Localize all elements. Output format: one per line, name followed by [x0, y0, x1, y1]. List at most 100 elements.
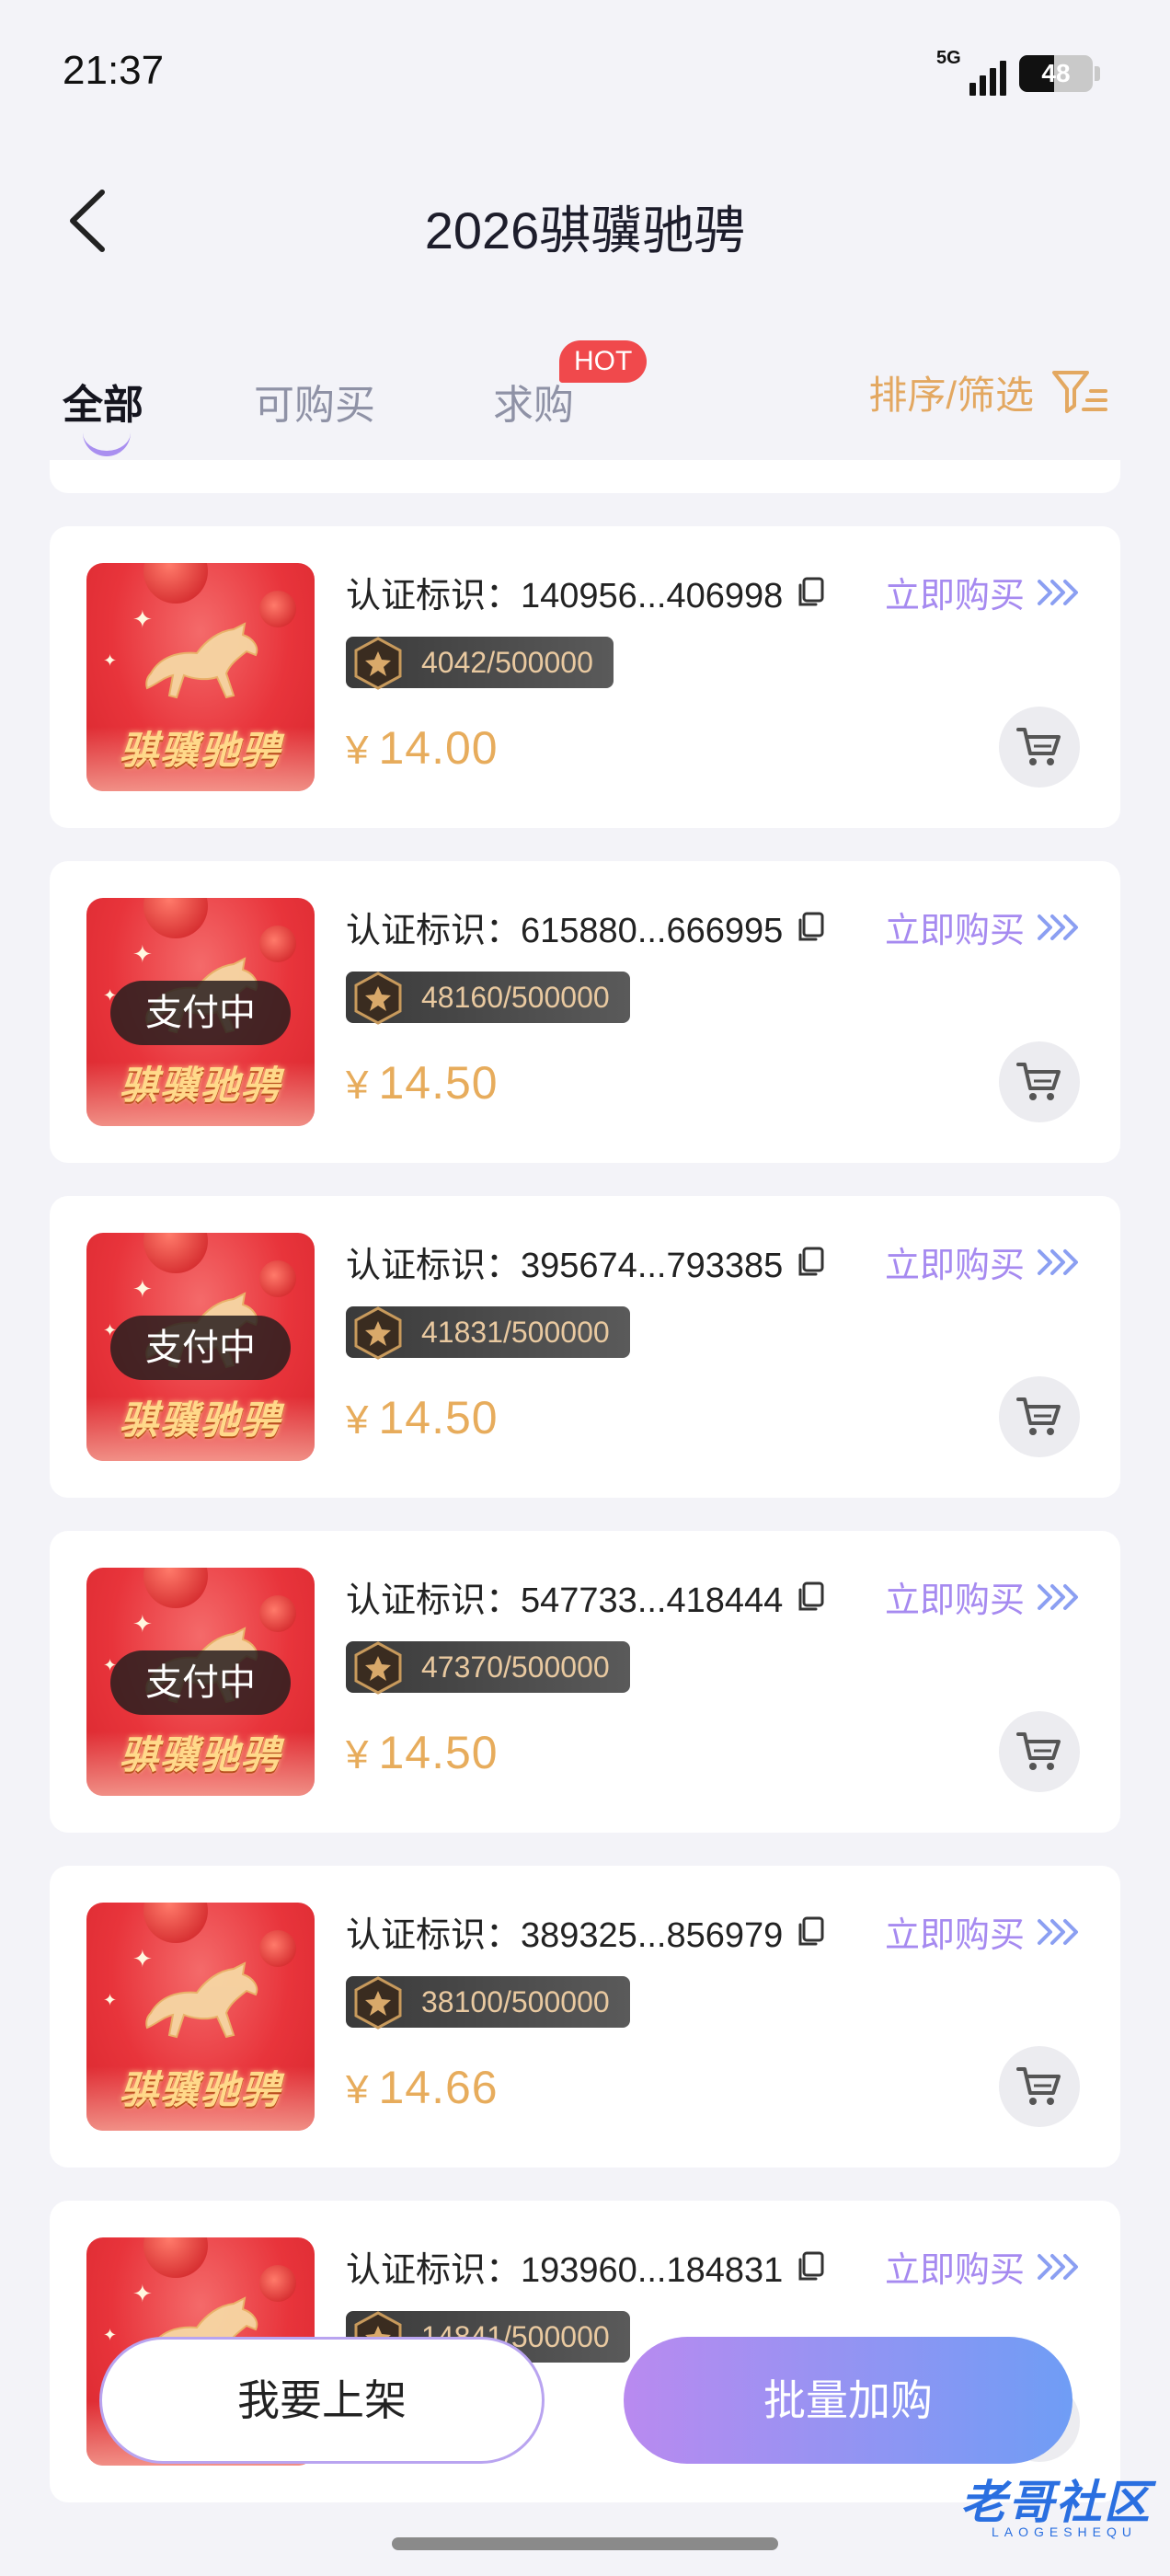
copy-icon[interactable] [796, 1581, 825, 1613]
add-to-cart-button[interactable] [999, 1711, 1080, 1792]
lantern-decoration [143, 898, 208, 938]
edition-text: 38100/500000 [421, 1985, 610, 2018]
edition-number: 4042/500000 [346, 637, 614, 690]
batch-add-to-cart-button[interactable]: 批量加购 [624, 2337, 1072, 2464]
home-indicator[interactable] [392, 2537, 778, 2550]
buy-now-button[interactable]: 立即购买 [885, 1236, 1080, 1287]
listing-card[interactable]: ✦ ✦ 骐骥驰骋 支付中 认证标识：615880...666995 立即购买 4… [50, 861, 1120, 1163]
watermark-subtitle: LAOGESHEQU [991, 2524, 1137, 2539]
copy-icon[interactable] [796, 912, 825, 943]
currency-symbol: ¥ [346, 728, 370, 773]
thumbnail-calligraphy: 骐骥驰骋 [119, 1063, 281, 1108]
buy-now-button[interactable]: 立即购买 [885, 902, 1080, 952]
price: ¥14.50 [346, 1056, 499, 1110]
price-value: 14.00 [378, 722, 499, 774]
star-badge-icon [354, 637, 402, 690]
copy-icon[interactable] [796, 1916, 825, 1948]
triple-chevron-right-icon [1038, 1248, 1078, 1275]
edition-text: 41831/500000 [421, 1316, 610, 1349]
price-value: 14.66 [378, 2062, 499, 2113]
sort-filter-button[interactable]: 排序/筛选 [868, 364, 1109, 420]
collectible-thumbnail: ✦ ✦ 骐骥驰骋 支付中 [86, 898, 315, 1126]
cert-text: 认证标识：615880...666995 [346, 902, 783, 952]
buy-now-label: 立即购买 [884, 1916, 1025, 1955]
edition-text: 48160/500000 [421, 981, 610, 1014]
sparkle-decoration: ✦ [103, 651, 118, 670]
price: ¥14.50 [346, 1391, 499, 1444]
horse-icon [145, 622, 258, 699]
edition-number: 41831/500000 [346, 1306, 630, 1360]
price: ¥14.00 [346, 721, 499, 775]
copy-icon[interactable] [796, 577, 825, 608]
collectible-thumbnail: ✦ ✦ 骐骥驰骋 支付中 [86, 1568, 315, 1796]
currency-symbol: ¥ [346, 1397, 370, 1443]
payment-status-badge: 支付中 [110, 1650, 291, 1715]
buy-now-label: 立即购买 [884, 2251, 1025, 2290]
cert-text: 认证标识：140956...406998 [346, 567, 783, 617]
cert-label: 认证标识： [346, 912, 522, 950]
cert-text: 认证标识：193960...184831 [346, 2241, 783, 2292]
listing-card[interactable]: ✦ ✦ 骐骥驰骋 认证标识：140956...406998 立即购买 4042/… [50, 526, 1120, 828]
add-to-cart-button[interactable] [999, 1041, 1080, 1122]
triple-chevron-right-icon [1038, 914, 1078, 940]
copy-icon[interactable] [796, 2251, 825, 2283]
collectible-thumbnail: ✦ ✦ 骐骥驰骋 支付中 [86, 1233, 315, 1461]
thumbnail-calligraphy: 骐骥驰骋 [119, 1397, 281, 1443]
tab-all[interactable]: 全部 [63, 372, 143, 431]
buy-now-button[interactable]: 立即购买 [885, 2241, 1080, 2292]
listing-card[interactable]: ✦ ✦ 骐骥驰骋 支付中 认证标识：395674...793385 立即购买 4… [50, 1196, 1120, 1498]
lantern-decoration [143, 563, 208, 604]
status-time: 21:37 [63, 48, 165, 93]
triple-chevron-right-icon [1038, 2253, 1078, 2280]
cert-label: 认证标识： [346, 577, 522, 615]
cert-id-value: 193960...184831 [521, 2251, 784, 2290]
add-to-cart-button[interactable] [999, 2046, 1080, 2127]
buy-now-label: 立即购买 [884, 1581, 1025, 1620]
sort-filter-label: 排序/筛选 [868, 374, 1034, 417]
sparkle-decoration: ✦ [103, 1991, 118, 2009]
cert-label: 认证标识： [346, 2251, 522, 2290]
collectible-thumbnail: ✦ ✦ 骐骥驰骋 [86, 563, 315, 791]
cert-label: 认证标识： [346, 1247, 522, 1285]
buy-now-button[interactable]: 立即购买 [885, 1906, 1080, 1957]
cert-text: 认证标识：547733...418444 [346, 1571, 783, 1622]
payment-status-badge: 支付中 [110, 1316, 291, 1380]
certification-id: 认证标识：389325...856979 [346, 1906, 825, 1957]
buy-now-label: 立即购买 [884, 1247, 1025, 1285]
cert-id-value: 140956...406998 [521, 577, 784, 615]
cart-icon [1016, 1063, 1061, 1100]
active-tab-indicator [83, 432, 131, 456]
tab-available[interactable]: 可购买 [254, 372, 375, 431]
buy-now-button[interactable]: 立即购买 [885, 1571, 1080, 1622]
star-badge-icon [354, 972, 402, 1025]
collectible-thumbnail: ✦ ✦ 骐骥驰骋 [86, 1903, 315, 2131]
thumbnail-calligraphy: 骐骥驰骋 [119, 2067, 281, 2112]
cert-label: 认证标识： [346, 1916, 522, 1955]
price-value: 14.50 [378, 1727, 499, 1778]
edition-text: 47370/500000 [421, 1650, 610, 1684]
watermark-logo: 老哥社区 [960, 2477, 1152, 2528]
navigation-header: 2026骐骥驰骋 [0, 156, 1170, 285]
listing-card[interactable]: ✦ ✦ 骐骥驰骋 认证标识：389325...856979 立即购买 38100… [50, 1866, 1120, 2168]
list-item-for-sale-button[interactable]: 我要上架 [99, 2337, 545, 2464]
triple-chevron-right-icon [1038, 579, 1078, 605]
certification-id: 认证标识：193960...184831 [346, 2241, 825, 2292]
page-title: 2026骐骥驰骋 [424, 201, 746, 259]
listing-card[interactable]: ✦ ✦ 骐骥驰骋 支付中 认证标识：547733...418444 立即购买 4… [50, 1531, 1120, 1833]
star-badge-icon [354, 1306, 402, 1360]
triple-chevron-right-icon [1038, 1583, 1078, 1610]
add-to-cart-button[interactable] [999, 1376, 1080, 1457]
cert-text: 认证标识：389325...856979 [346, 1906, 783, 1957]
cart-icon [1016, 2067, 1061, 2105]
status-indicators: 5G 48 [936, 48, 1100, 96]
payment-status-badge: 支付中 [110, 981, 291, 1045]
star-badge-icon [354, 1641, 402, 1695]
thumbnail-calligraphy: 骐骥驰骋 [119, 728, 281, 773]
add-to-cart-button[interactable] [999, 707, 1080, 788]
cert-id-value: 395674...793385 [521, 1247, 784, 1285]
listing-list: ✦ ✦ 骐骥驰骋 认证标识：140956...406998 立即购买 4042/… [50, 526, 1120, 2536]
certification-id: 认证标识：395674...793385 [346, 1236, 825, 1287]
copy-icon[interactable] [796, 1247, 825, 1278]
buy-now-button[interactable]: 立即购买 [885, 567, 1080, 617]
cert-id-value: 389325...856979 [521, 1916, 784, 1955]
